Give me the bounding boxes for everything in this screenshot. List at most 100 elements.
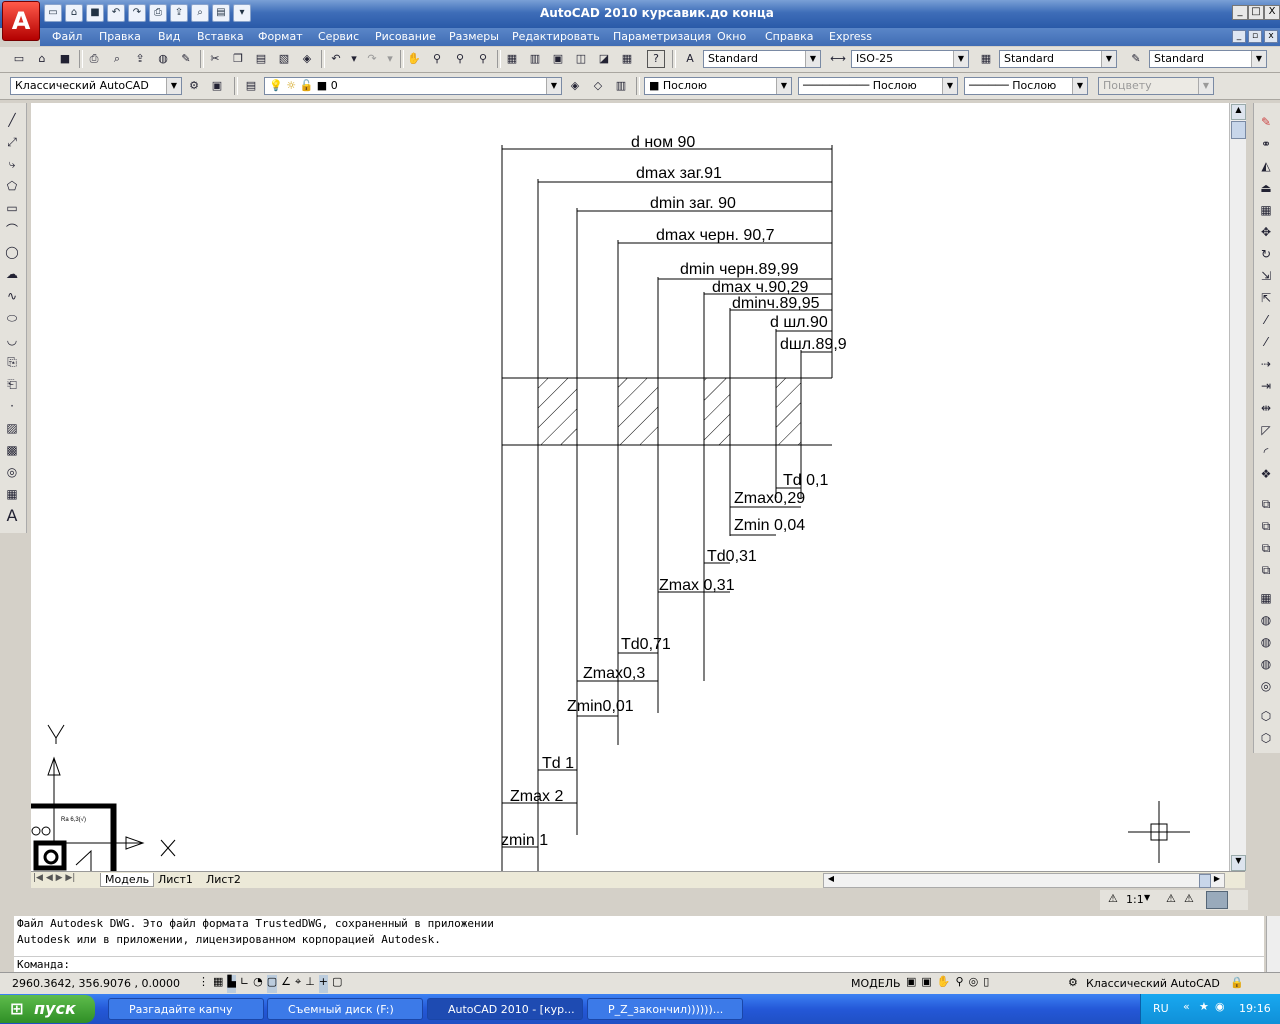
undo-dropdown-icon[interactable]: ▾ xyxy=(345,50,363,68)
calculator-icon[interactable]: ▦ xyxy=(618,50,636,68)
extend-icon[interactable]: ⁄ xyxy=(1257,333,1275,351)
dynamic-input-icon[interactable]: ⊥ xyxy=(305,975,315,993)
tray-volume-icon[interactable]: ◉ xyxy=(1215,1000,1225,1013)
task-autocad[interactable]: AutoCAD 2010 - [кур... xyxy=(427,998,583,1020)
plot-preview-icon[interactable]: ⌕ xyxy=(108,50,126,68)
mleader-style-select[interactable]: Standard ▼ xyxy=(1149,50,1267,68)
send-under-icon[interactable]: ⧉ xyxy=(1257,561,1275,579)
task-word-doc[interactable]: P_Z_закончил))))))... xyxy=(587,998,743,1020)
bring-above-icon[interactable]: ⧉ xyxy=(1257,539,1275,557)
command-input[interactable]: Команда: xyxy=(14,956,1264,973)
ellipse-arc-icon[interactable]: ◡ xyxy=(3,331,21,349)
menu-view[interactable]: Вид xyxy=(158,30,180,43)
qat-dropdown-icon[interactable]: ▾ xyxy=(233,4,251,22)
tab-nav-icon[interactable]: |◀ ◀ ▶ ▶| xyxy=(33,873,75,883)
block-editor-icon[interactable]: ◈ xyxy=(298,50,316,68)
maximize-button[interactable]: □ xyxy=(1248,5,1264,20)
application-menu-button[interactable]: A xyxy=(2,1,40,41)
scroll-right-icon[interactable]: ▶ xyxy=(1210,874,1224,887)
region-icon[interactable]: ◎ xyxy=(3,463,21,481)
scroll-down-icon[interactable]: ▼ xyxy=(1231,855,1246,871)
model-space-button[interactable]: МОДЕЛЬ xyxy=(851,977,901,990)
sheet-set-icon[interactable]: ◫ xyxy=(572,50,590,68)
object-snap-icon[interactable]: ▢ xyxy=(266,975,278,993)
ucs-icon[interactable]: ▦ xyxy=(1257,589,1275,607)
trim-icon[interactable]: ⁄ xyxy=(1257,311,1275,329)
ellipse-icon[interactable]: ⬭ xyxy=(3,309,21,327)
copy-icon[interactable]: ❐ xyxy=(229,50,247,68)
arc-icon[interactable]: ⌒ xyxy=(3,221,21,239)
workspace-select[interactable]: Классический AutoCAD ▼ xyxy=(10,77,182,95)
hatch-icon[interactable]: ▨ xyxy=(3,419,21,437)
menu-window[interactable]: Окно xyxy=(717,30,746,43)
rotate-icon[interactable]: ↻ xyxy=(1257,245,1275,263)
scroll-up-icon[interactable]: ▲ xyxy=(1231,104,1246,120)
menu-parametric[interactable]: Параметризация xyxy=(613,30,711,43)
menu-insert[interactable]: Вставка xyxy=(197,30,244,43)
text-style-icon[interactable]: A xyxy=(681,50,699,68)
fillet-icon[interactable]: ◜ xyxy=(1257,443,1275,461)
layer-previous-icon[interactable]: ◇ xyxy=(589,77,607,95)
menu-modify[interactable]: Редактировать xyxy=(512,30,600,43)
ucs-world-icon[interactable]: ◍ xyxy=(1257,611,1275,629)
stretch-icon[interactable]: ⇱ xyxy=(1257,289,1275,307)
new-icon[interactable]: ▭ xyxy=(10,50,28,68)
draw-order-front-icon[interactable]: ⧉ xyxy=(1257,495,1275,513)
new-icon[interactable]: ▭ xyxy=(44,4,62,22)
menu-tools[interactable]: Сервис xyxy=(318,30,359,43)
cut-icon[interactable]: ✂ xyxy=(206,50,224,68)
help-icon[interactable]: ? xyxy=(647,50,665,68)
mirror-icon[interactable]: ◭ xyxy=(1257,157,1275,175)
start-button[interactable]: ⊞ пуск xyxy=(0,995,95,1023)
lock-icon[interactable]: 🔒 xyxy=(1230,976,1244,989)
tab-layout2[interactable]: Лист2 xyxy=(206,873,241,886)
explode-icon[interactable]: ❖ xyxy=(1257,465,1275,483)
open-icon[interactable]: ⌂ xyxy=(33,50,51,68)
workspace-save-icon[interactable]: ▣ xyxy=(208,77,226,95)
doc-close-button[interactable]: x xyxy=(1264,30,1278,43)
table-style-icon[interactable]: ▦ xyxy=(977,50,995,68)
scale-icon[interactable]: ⇲ xyxy=(1257,267,1275,285)
workspace-switch-label[interactable]: Классический AutoCAD xyxy=(1086,977,1220,990)
draw-order-back-icon[interactable]: ⧉ xyxy=(1257,517,1275,535)
minimize-button[interactable]: _ xyxy=(1232,5,1248,20)
break-icon[interactable]: ⇥ xyxy=(1257,377,1275,395)
save-icon[interactable]: ■ xyxy=(56,50,74,68)
point-icon[interactable]: · xyxy=(3,397,21,415)
auto-scale-icon[interactable]: ⚠ xyxy=(1184,892,1194,905)
dim-style-icon[interactable]: ⟷ xyxy=(829,50,847,68)
publish-icon[interactable]: ⇪ xyxy=(131,50,149,68)
paste-icon[interactable]: ▤ xyxy=(252,50,270,68)
snap-mode-icon[interactable]: ▦ xyxy=(213,975,223,993)
task-captcha[interactable]: Разгадайте капчу xyxy=(108,998,264,1020)
undo-icon[interactable]: ↶ xyxy=(107,4,125,22)
etransmit-icon[interactable]: ✎ xyxy=(177,50,195,68)
layer-select[interactable]: 💡 ☼ 🔓 ■ 0 ▼ xyxy=(264,77,562,95)
lineweight-select[interactable]: ────── Послою ▼ xyxy=(964,77,1088,95)
join-icon[interactable]: ⇹ xyxy=(1257,399,1275,417)
infer-constraints-icon[interactable]: ⋮ xyxy=(198,975,209,993)
annotation-scale[interactable]: 1:1 xyxy=(1126,893,1144,906)
print-icon[interactable]: ⎙ xyxy=(149,4,167,22)
color-select[interactable]: ■ Послою ▼ xyxy=(644,77,792,95)
scroll-left-icon[interactable]: ◀ xyxy=(824,874,838,887)
chamfer-icon[interactable]: ◸ xyxy=(1257,421,1275,439)
copy-object-icon[interactable]: ⚭ xyxy=(1257,135,1275,153)
allow-ucs-icon[interactable]: ⌖ xyxy=(295,975,301,993)
language-indicator[interactable]: RU xyxy=(1153,1002,1169,1015)
close-button[interactable]: X xyxy=(1264,5,1280,20)
menu-edit[interactable]: Правка xyxy=(99,30,141,43)
grid-display-icon[interactable]: ▙ xyxy=(227,975,236,993)
tab-model[interactable]: Модель xyxy=(100,873,155,887)
make-block-icon[interactable]: ⎗ xyxy=(3,375,21,393)
revision-cloud-icon[interactable]: ☁ xyxy=(3,265,21,283)
zoom-previous-icon[interactable]: ⚲ xyxy=(474,50,492,68)
zoom-realtime-icon[interactable]: ⚲ xyxy=(428,50,446,68)
match-properties-icon[interactable]: ▧ xyxy=(275,50,293,68)
view-erase-icon[interactable]: ⬡ xyxy=(1257,729,1275,747)
array-icon[interactable]: ▦ xyxy=(1257,201,1275,219)
menu-file[interactable]: Файл xyxy=(52,30,82,43)
redo-dropdown-icon[interactable]: ▾ xyxy=(381,50,399,68)
ucs-object-icon[interactable]: ◎ xyxy=(1257,677,1275,695)
table-icon[interactable]: ▦ xyxy=(3,485,21,503)
